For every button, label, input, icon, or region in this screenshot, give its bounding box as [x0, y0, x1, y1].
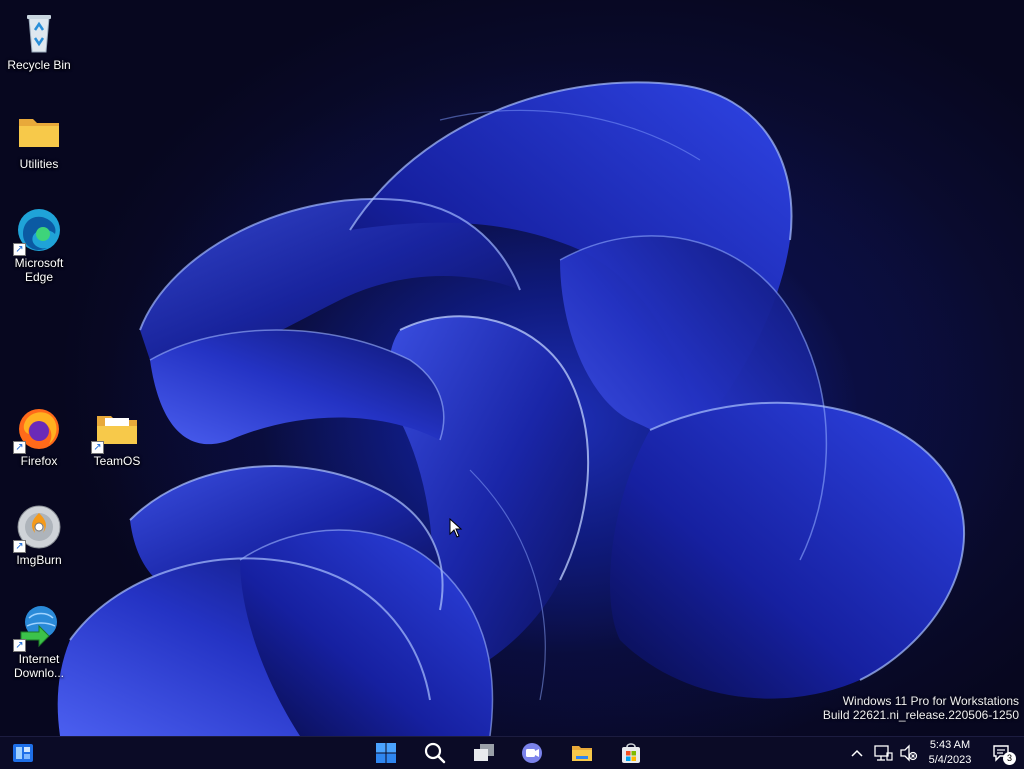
recycle-bin-icon	[15, 8, 63, 56]
mouse-cursor-icon	[449, 518, 463, 538]
watermark-build: Build 22621.ni_release.220506-1250	[822, 708, 1019, 722]
desktop-icon-label: Microsoft Edge	[14, 256, 64, 284]
search-button[interactable]	[418, 737, 452, 769]
widgets-icon	[13, 744, 33, 762]
chevron-up-icon	[851, 749, 863, 757]
taskbar: 5:43 AM 5/4/2023 3	[0, 736, 1024, 769]
internet-download-manager-icon: ↗	[13, 602, 63, 652]
widgets-button[interactable]	[6, 737, 40, 769]
edge-icon: ↗	[13, 206, 63, 256]
desktop-icon-label: ImgBurn	[16, 553, 62, 567]
shortcut-arrow-icon: ↗	[91, 441, 104, 454]
shortcut-arrow-icon: ↗	[13, 540, 26, 553]
windows-start-icon	[376, 743, 396, 763]
file-explorer-icon	[572, 746, 592, 761]
clock-time: 5:43 AM	[929, 739, 971, 751]
store-icon	[622, 743, 640, 763]
teams-chat-icon	[522, 743, 542, 763]
notification-center-button[interactable]: 3	[988, 737, 1018, 769]
shortcut-arrow-icon: ↗	[13, 441, 26, 454]
task-view-button[interactable]	[467, 737, 501, 769]
task-view-icon	[474, 744, 494, 761]
clock-date: 5/4/2023	[928, 754, 972, 766]
start-button[interactable]	[369, 737, 403, 769]
volume-button[interactable]	[896, 737, 922, 769]
desktop-icon-utilities[interactable]: Utilities	[1, 107, 77, 171]
windows-build-watermark: Windows 11 Pro for Workstations Build 22…	[823, 694, 1019, 722]
imgburn-icon: ↗	[13, 503, 63, 553]
desktop-icon-internet-download-manager[interactable]: ↗ Internet Downlo...	[1, 602, 77, 680]
desktop-icon-label: Firefox	[20, 454, 58, 468]
desktop-icon-firefox[interactable]: ↗ Firefox	[1, 404, 77, 468]
folder-icon: ↗	[91, 404, 141, 454]
microsoft-store-button[interactable]	[614, 737, 648, 769]
desktop-icon-label: Internet Downlo...	[13, 652, 65, 680]
desktop-icon-imgburn[interactable]: ↗ ImgBurn	[1, 503, 77, 567]
desktop-icon-teamos[interactable]: ↗ TeamOS	[79, 404, 155, 468]
desktop-icon-recycle-bin[interactable]: Recycle Bin	[1, 8, 77, 72]
shortcut-arrow-icon: ↗	[13, 243, 26, 256]
desktop-icon-label: Recycle Bin	[7, 58, 71, 72]
teams-chat-button[interactable]	[515, 737, 549, 769]
desktop[interactable]: Recycle Bin Utilities ↗ Microsoft Edge ↗…	[0, 0, 1024, 736]
speaker-muted-icon	[900, 744, 918, 762]
search-icon	[424, 742, 446, 764]
firefox-icon: ↗	[13, 404, 63, 454]
watermark-edition: Windows 11 Pro for Workstations	[842, 694, 1019, 708]
bloom-wallpaper	[57, 81, 966, 736]
desktop-icon-label: Utilities	[19, 157, 59, 171]
file-explorer-button[interactable]	[565, 737, 599, 769]
notification-count-badge: 3	[1003, 752, 1016, 765]
desktop-icon-label: TeamOS	[93, 454, 141, 468]
show-hidden-icons-button[interactable]	[846, 737, 868, 769]
folder-icon	[15, 107, 63, 155]
network-button[interactable]	[870, 737, 896, 769]
shortcut-arrow-icon: ↗	[13, 639, 26, 652]
desktop-icon-microsoft-edge[interactable]: ↗ Microsoft Edge	[1, 206, 77, 284]
network-icon	[874, 745, 893, 761]
